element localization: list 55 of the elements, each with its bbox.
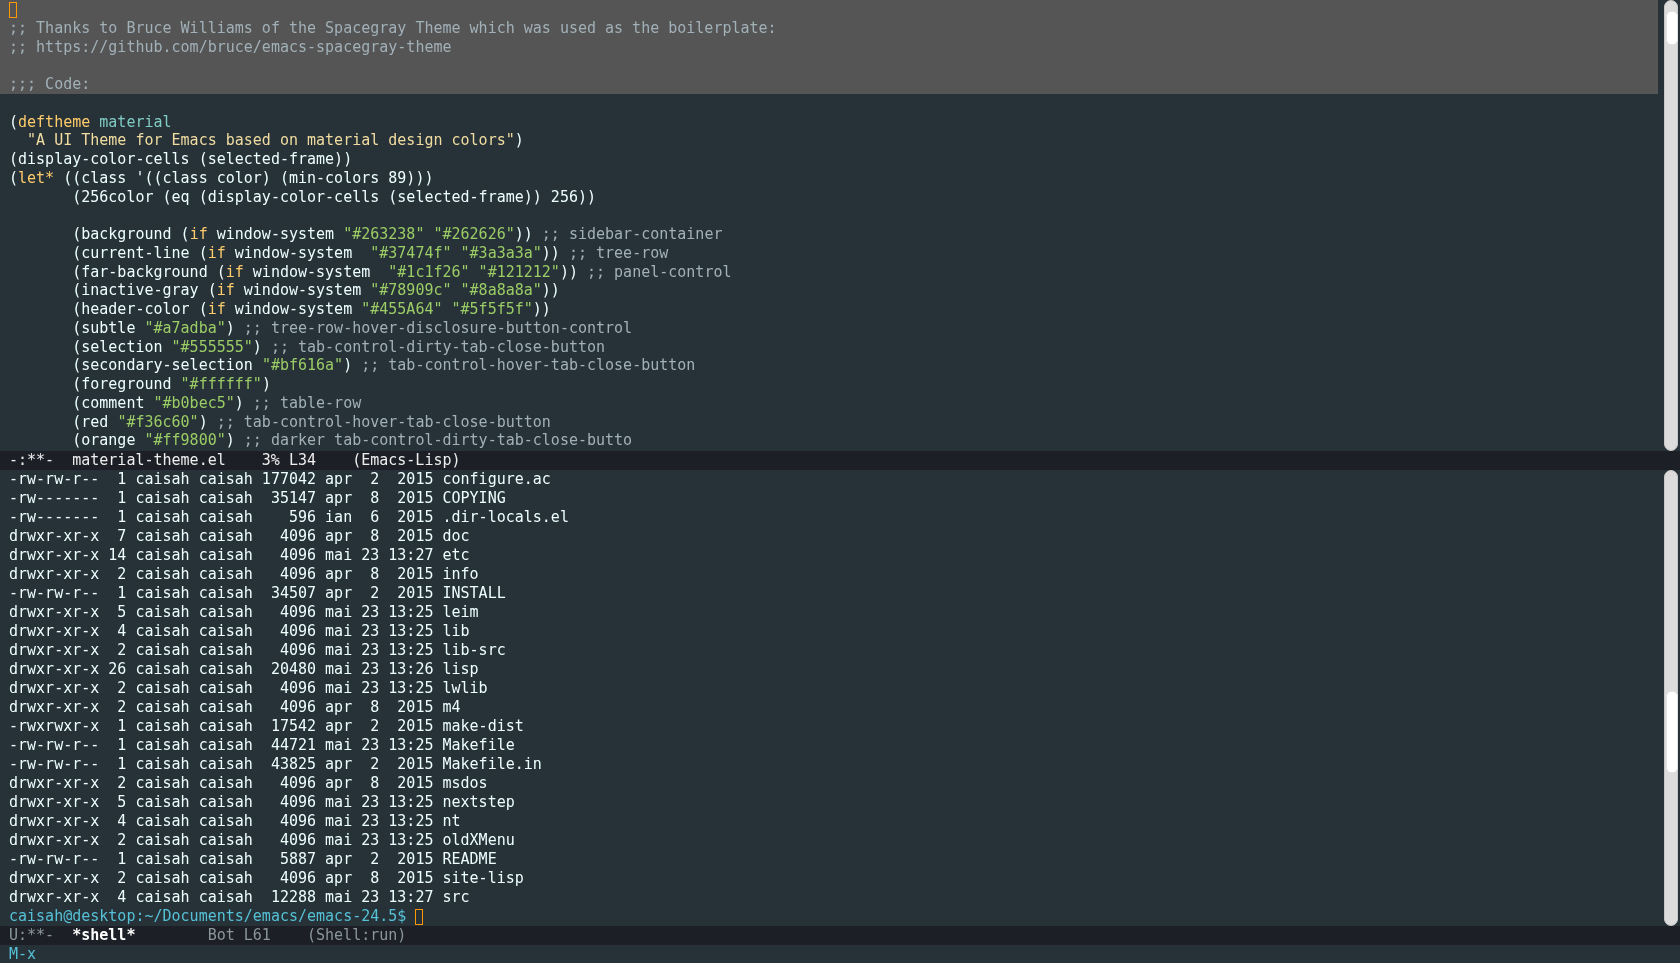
listing-line: -rw-rw-r-- 1 caisah caisah 44721 mai 23 13:25 Makefile	[9, 736, 516, 755]
listing-line: -rw------- 1 caisah caisah 596 ian 6 2015 .dir-locals.el	[9, 508, 570, 527]
listing-line: -rw-rw-r-- 1 caisah caisah 34507 apr 2 2015 INSTALL	[9, 584, 507, 603]
listing-line: drwxr-xr-x 2 caisah caisah 4096 mai 23 13:25 lwlib	[9, 679, 489, 698]
major-mode: (Shell:run)	[307, 926, 407, 945]
code-line: (let* ((class '((class color) (min-colors 89)))	[9, 168, 435, 188]
listing-line: -rw-rw-r-- 1 caisah caisah 5887 apr 2 2015 README	[9, 850, 498, 869]
listing-line: -rw-rw-r-- 1 caisah caisah 177042 apr 2 2015 configure.ac	[9, 470, 552, 489]
code-line: "A UI Theme for Emacs based on material design colors")	[26, 131, 525, 150]
scrollbar-thumb[interactable]	[1666, 11, 1678, 45]
code-line: (foreground "#ffffff")	[71, 375, 272, 394]
listing-line: drwxr-xr-x 5 caisah caisah 4096 mai 23 13:25 nextstep	[9, 793, 516, 812]
code-line: (current-line (if window-system "#37474f" "#3a3a3a")) ;; tree-row	[71, 243, 670, 263]
text-cursor	[415, 908, 424, 925]
shell-prompt: caisah@desktop:~/Documents/emacs/emacs-24.5$	[9, 907, 407, 925]
code-line: (inactive-gray (if window-system "#78909c" "#8a8a8a"))	[71, 281, 561, 300]
buffer-status: -:**-	[9, 451, 55, 470]
listing-line: drwxr-xr-x 14 caisah caisah 4096 mai 23 13:27 etc	[9, 546, 471, 565]
code-line: (comment "#b0bec5") ;; table-row	[71, 393, 363, 413]
buffer-status: U:**-	[9, 926, 55, 945]
buffer-name: material-theme.el	[72, 451, 226, 470]
code-line: (selection "#555555") ;; tab-control-dirty-tab-close-button	[71, 337, 607, 357]
scrollbar[interactable]	[1664, 470, 1678, 926]
listing-line: drwxr-xr-x 2 caisah caisah 4096 apr 8 2015 site-lisp	[9, 869, 525, 888]
listing-line: drwxr-xr-x 2 caisah caisah 4096 apr 8 2015 m4	[9, 698, 462, 717]
listing-line: -rwxrwxr-x 1 caisah caisah 17542 apr 2 2015 make-dist	[9, 717, 525, 736]
buffer-position: Bot L61	[207, 926, 271, 945]
buffer-name: *shell*	[72, 926, 136, 945]
code-line: (secondary-selection "#bf616a") ;; tab-control-hover-tab-close-button	[71, 356, 697, 375]
scrollbar-thumb[interactable]	[1666, 691, 1678, 773]
code-line: (display-color-cells (selected-frame))	[9, 150, 354, 169]
listing-line: drwxr-xr-x 5 caisah caisah 4096 mai 23 13:25 leim	[9, 603, 480, 622]
listing-line: drwxr-xr-x 2 caisah caisah 4096 apr 8 2015 info	[9, 565, 480, 584]
listing-line: drwxr-xr-x 7 caisah caisah 4096 apr 8 2015 doc	[9, 527, 471, 546]
code-line: (far-background (if window-system "#1c1f26" "#121212")) ;; panel-control	[71, 262, 733, 282]
listing-line: drwxr-xr-x 2 caisah caisah 4096 apr 8 2015 msdos	[9, 774, 489, 793]
buffer-position: 3% L34	[261, 451, 317, 470]
code-line: (orange "#ff9800") ;; darker tab-control-dirty-tab-close-butto	[71, 431, 634, 450]
code-line: (background (if window-system "#263238" "#262626")) ;; sidebar-container	[71, 225, 724, 244]
code-line: (red "#f36c60") ;; tab-control-hover-tab-close-button	[71, 412, 552, 432]
listing-line: drwxr-xr-x 2 caisah caisah 4096 mai 23 13:25 oldXMenu	[9, 831, 516, 850]
listing-line: drwxr-xr-x 4 caisah caisah 4096 mai 23 13:25 lib	[9, 622, 471, 641]
scrollbar[interactable]	[1664, 0, 1678, 451]
listing-line: drwxr-xr-x 26 caisah caisah 20480 mai 23 13:26 lisp	[9, 660, 480, 679]
code-line: (deftheme material	[9, 112, 173, 132]
code-line: (header-color (if window-system "#455A64" "#5f5f5f"))	[71, 300, 552, 319]
minibuffer-prompt: M-x	[9, 945, 37, 963]
code-line: (subtle "#a7adba") ;; tree-row-hover-disclosure-button-control	[71, 318, 634, 338]
listing-line: -rw------- 1 caisah caisah 35147 apr 8 2015 COPYING	[9, 489, 507, 508]
listing-line: drwxr-xr-x 4 caisah caisah 4096 mai 23 13:25 nt	[9, 812, 462, 831]
code-line: (256color (eq (display-color-cells (selected-frame)) 256))	[71, 187, 597, 207]
listing-line: drwxr-xr-x 2 caisah caisah 4096 mai 23 13:25 lib-src	[9, 641, 507, 660]
listing-line: -rw-rw-r-- 1 caisah caisah 43825 apr 2 2015 Makefile.in	[9, 755, 543, 774]
listing-line: drwxr-xr-x 4 caisah caisah 12288 mai 23 13:27 src	[9, 888, 471, 907]
major-mode: (Emacs-Lisp)	[352, 451, 461, 470]
